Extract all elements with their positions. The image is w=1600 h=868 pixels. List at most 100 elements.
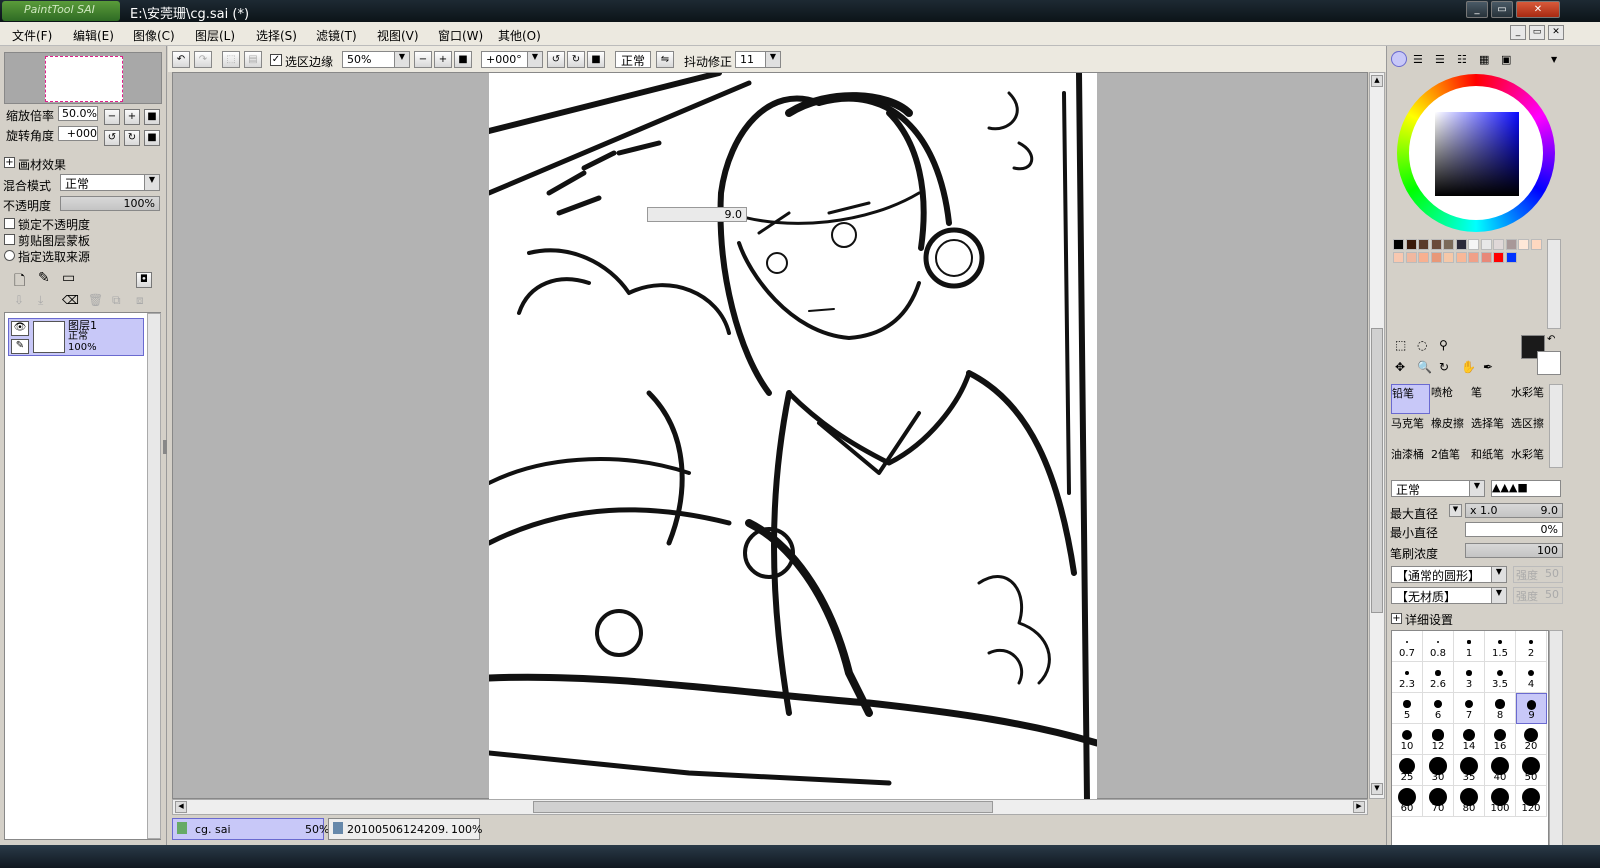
- layer-row[interactable]: 👁 ✎ 图层1 正常 100%: [8, 318, 144, 356]
- color-swatch[interactable]: [1430, 252, 1442, 263]
- menu-select[interactable]: 选择(S): [256, 27, 297, 44]
- rotate-cw-toolbar-button[interactable]: ↻: [567, 51, 585, 68]
- brush-size-cell[interactable]: 0.7: [1392, 631, 1423, 662]
- clear-layer-icon[interactable]: ⌫: [62, 293, 79, 307]
- stabilizer-select[interactable]: 11 ▼: [735, 51, 781, 68]
- brush-texture-select[interactable]: 【无材质】 ▼: [1391, 587, 1507, 604]
- lasso-icon[interactable]: ◌: [1417, 338, 1427, 352]
- panel-splitter[interactable]: [163, 440, 167, 454]
- brush-size-cell[interactable]: 6: [1423, 693, 1454, 724]
- brush-size-cell[interactable]: 5: [1392, 693, 1423, 724]
- color-swatch[interactable]: [1393, 239, 1404, 250]
- delete-layer-icon[interactable]: 🗑: [88, 293, 103, 307]
- tool-eraser[interactable]: 橡皮擦: [1431, 415, 1470, 445]
- rotate-right-button[interactable]: ↻: [124, 130, 140, 146]
- color-swatch[interactable]: [1393, 252, 1404, 263]
- zoom-in-toolbar-button[interactable]: +: [434, 51, 452, 68]
- secondary-color[interactable]: [1537, 351, 1561, 375]
- color-swatch[interactable]: [1468, 239, 1479, 250]
- mixer-tab-icon[interactable]: ☷: [1457, 53, 1467, 66]
- doc-tab-image[interactable]: 20100506124209. . . 100%: [328, 818, 482, 840]
- tool-bucket[interactable]: 油漆桶: [1391, 446, 1430, 476]
- scroll-up-icon[interactable]: ▲: [1371, 75, 1383, 87]
- zoom-select[interactable]: 50% ▼: [342, 51, 410, 68]
- vertical-scroll-thumb[interactable]: [1371, 328, 1383, 613]
- new-folder-icon[interactable]: ▭: [62, 270, 75, 286]
- scroll-right-icon[interactable]: ▶: [1353, 801, 1365, 813]
- chevron-down-icon[interactable]: ▼: [1449, 504, 1462, 517]
- tool-scrollbar[interactable]: [1549, 384, 1563, 468]
- navigator-preview[interactable]: [4, 52, 162, 104]
- color-swatch[interactable]: [1480, 239, 1492, 250]
- menu-file[interactable]: 文件(F): [12, 27, 52, 44]
- lock-opacity-checkbox[interactable]: [4, 218, 15, 229]
- brush-size-cell[interactable]: 10: [1392, 724, 1423, 755]
- zoom-reset-button[interactable]: ■: [144, 109, 160, 125]
- color-swatch[interactable]: [1430, 239, 1442, 250]
- effects-label[interactable]: 画材效果: [18, 156, 66, 173]
- texture-strength-field[interactable]: 强度 50: [1513, 587, 1563, 604]
- new-linework-layer-icon[interactable]: ✎: [38, 270, 50, 286]
- zoom-in-button[interactable]: +: [124, 109, 140, 125]
- color-swatch[interactable]: [1493, 252, 1504, 263]
- restore-button[interactable]: ▭: [1491, 1, 1513, 18]
- color-swatch[interactable]: [1418, 252, 1429, 263]
- color-swatch[interactable]: [1505, 239, 1517, 250]
- scroll-down-icon[interactable]: ▼: [1371, 783, 1383, 795]
- detail-settings-label[interactable]: 详细设置: [1405, 611, 1453, 628]
- swatch-grid[interactable]: [1393, 239, 1545, 329]
- brush-size-cell[interactable]: 60: [1392, 786, 1423, 817]
- rgb-slider-tab-icon[interactable]: ☰: [1413, 53, 1423, 66]
- undo-button[interactable]: ↶: [172, 51, 190, 68]
- select-rect-icon[interactable]: ⬚: [1395, 338, 1406, 352]
- blend-mode-select[interactable]: 正常 ▼: [60, 174, 160, 191]
- brush-size-cell[interactable]: 9: [1516, 693, 1547, 724]
- selection-source-radio[interactable]: [4, 250, 15, 261]
- min-size-slider[interactable]: 0%: [1465, 522, 1563, 537]
- brush-size-cell[interactable]: 70: [1423, 786, 1454, 817]
- rotate-reset-toolbar-button[interactable]: ■: [587, 51, 605, 68]
- color-swatch[interactable]: [1468, 252, 1479, 263]
- view-mode-button[interactable]: 正常: [615, 51, 651, 68]
- color-swatch[interactable]: [1443, 252, 1454, 263]
- color-wheel-tab-icon[interactable]: [1391, 51, 1407, 67]
- eyedropper-icon[interactable]: ✒: [1483, 360, 1493, 374]
- magic-wand-icon[interactable]: ⚲: [1439, 338, 1448, 352]
- deselect-button[interactable]: ⬚: [222, 51, 240, 68]
- tool-select-eraser[interactable]: 选区擦: [1511, 415, 1550, 445]
- brush-size-cell[interactable]: 7: [1454, 693, 1485, 724]
- menu-window[interactable]: 窗口(W): [438, 27, 483, 44]
- canvas-area[interactable]: 9.0: [172, 72, 1368, 800]
- tool-marker[interactable]: 马克笔: [1391, 415, 1430, 445]
- merge-down-icon[interactable]: ⤓: [38, 293, 43, 308]
- color-swatch[interactable]: [1405, 239, 1417, 250]
- horizontal-scroll-thumb[interactable]: [533, 801, 993, 813]
- mdi-close-button[interactable]: ✕: [1548, 25, 1564, 40]
- zoom-out-toolbar-button[interactable]: −: [414, 51, 432, 68]
- brush-size-cell[interactable]: 12: [1423, 724, 1454, 755]
- brush-size-cell[interactable]: 80: [1454, 786, 1485, 817]
- brush-size-cell[interactable]: 8: [1485, 693, 1516, 724]
- brush-size-cell[interactable]: 2.3: [1392, 662, 1423, 693]
- layer-scrollbar[interactable]: [147, 313, 161, 839]
- flip-horizontal-button[interactable]: ⇋: [656, 51, 674, 68]
- color-swatch[interactable]: [1530, 239, 1542, 250]
- swatch-tab-icon[interactable]: ▦: [1479, 53, 1489, 66]
- brush-size-cell[interactable]: 100: [1485, 786, 1516, 817]
- menu-image[interactable]: 图像(C): [133, 27, 175, 44]
- selection-edge-checkbox[interactable]: ✓: [270, 54, 282, 66]
- tool-airbrush[interactable]: 喷枪: [1431, 384, 1470, 414]
- color-swatch[interactable]: [1455, 239, 1467, 250]
- swap-colors-icon[interactable]: ↶: [1547, 334, 1555, 345]
- rotate-left-button[interactable]: ↺: [104, 130, 120, 146]
- new-layer-icon[interactable]: 🗋: [14, 270, 25, 294]
- minimize-button[interactable]: _: [1466, 1, 1488, 18]
- menu-filter[interactable]: 滤镜(T): [316, 27, 357, 44]
- brush-size-cell[interactable]: 2.6: [1423, 662, 1454, 693]
- menu-edit[interactable]: 编辑(E): [73, 27, 114, 44]
- transfer-down-icon[interactable]: ⇩: [14, 293, 24, 307]
- canvas-vertical-scrollbar[interactable]: ▲ ▼: [1369, 72, 1385, 799]
- mdi-restore-button[interactable]: ▭: [1529, 25, 1545, 40]
- zoom-out-button[interactable]: −: [104, 109, 120, 125]
- brush-size-cell[interactable]: 2: [1516, 631, 1547, 662]
